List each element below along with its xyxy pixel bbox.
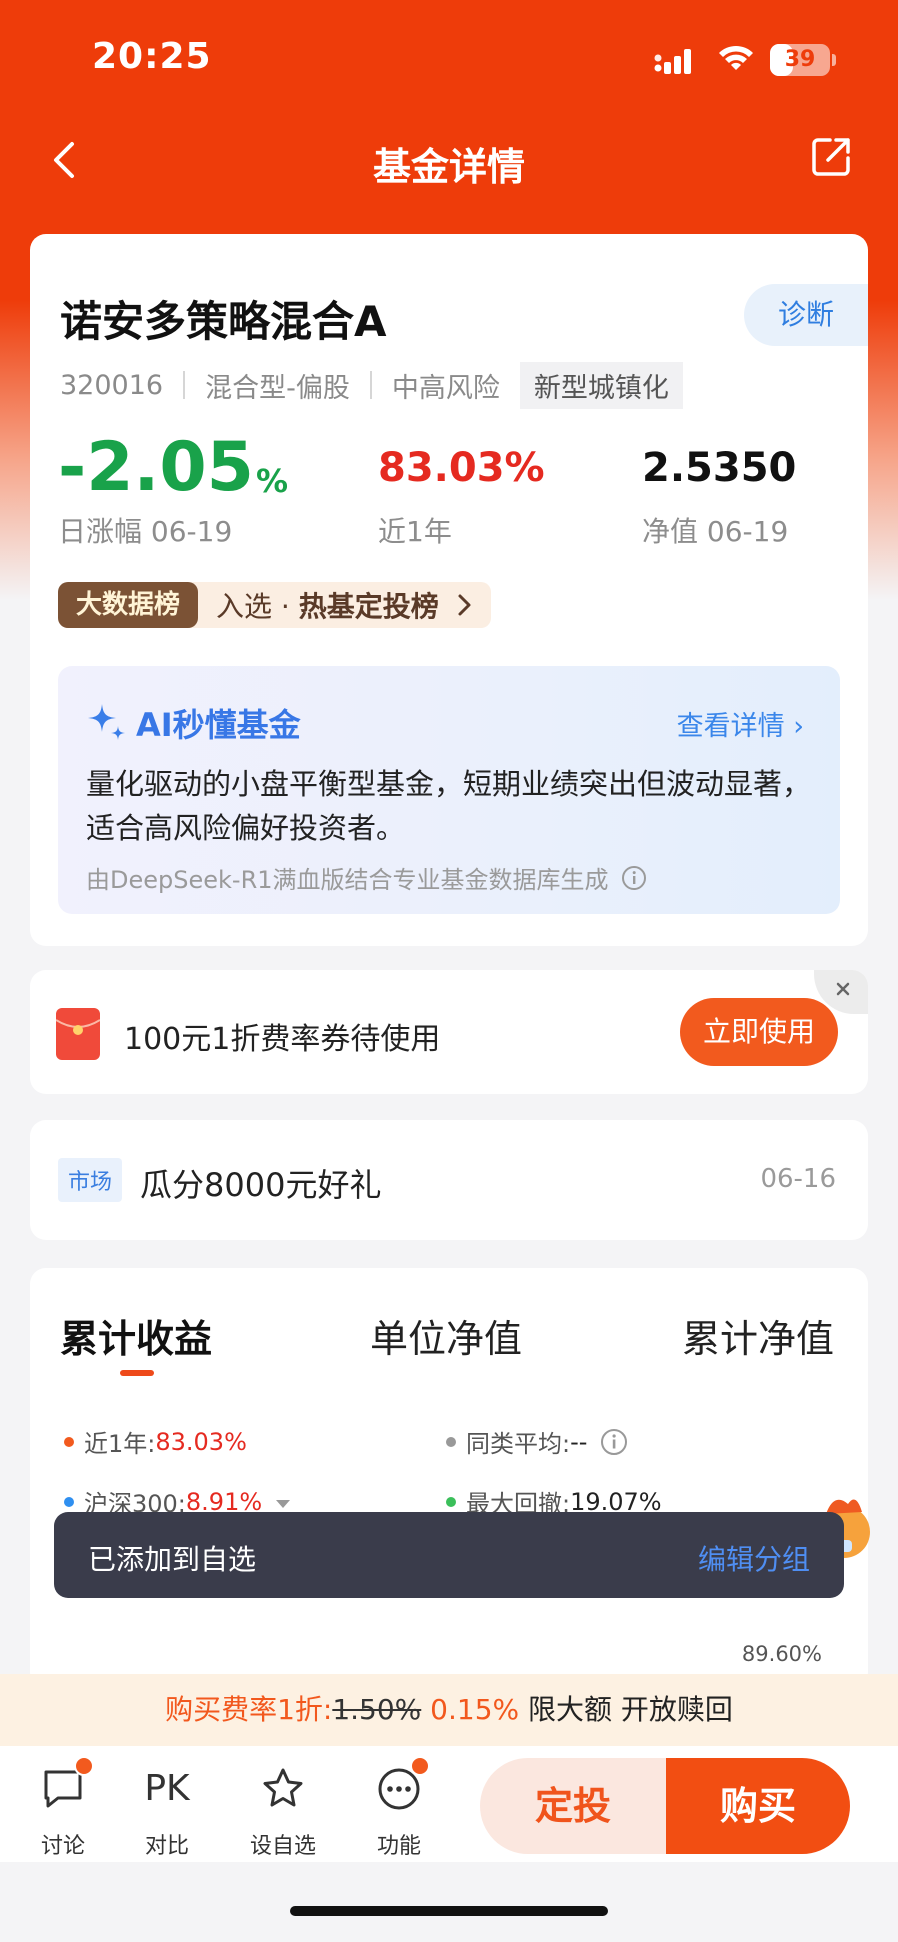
daily-change-value: -2.05	[58, 428, 254, 507]
close-icon	[836, 982, 850, 996]
rank-prefix: 入选 ·	[216, 590, 299, 623]
red-envelope-icon	[56, 1008, 100, 1060]
page-title: 基金详情	[372, 145, 525, 189]
sparkle-icon	[88, 704, 125, 740]
legend-value: 83.03%	[155, 1427, 247, 1456]
ai-source-text: 由DeepSeek-R1满血版结合专业基金数据库生成	[86, 866, 609, 894]
market-headline: 瓜分8000元好礼	[140, 1166, 382, 1204]
fund-name: 诺安多策略混合A	[60, 297, 387, 346]
battery-percent: 39	[784, 47, 816, 72]
info-icon[interactable]	[621, 865, 647, 891]
ai-view-details-link[interactable]: 查看详情 ›	[677, 704, 804, 743]
daily-change-unit: %	[256, 462, 289, 500]
wifi-icon	[719, 45, 753, 70]
daily-change-stat: -2.05% 日涨幅 06-19	[58, 432, 288, 550]
chart-max-value-label: 89.60%	[741, 1642, 822, 1666]
market-tag: 市场	[58, 1158, 123, 1202]
nav-label: 净值 06-19	[642, 515, 789, 548]
ai-summary-box: AI秒懂基金 查看详情 › 量化驱动的小盘平衡型基金，短期业绩突出但波动显著，适…	[58, 666, 840, 914]
edit-group-link[interactable]: 编辑分组	[698, 1538, 810, 1578]
fee-new-rate: 0.15%	[430, 1693, 520, 1726]
legend-one-year: 近1年: 83.03%	[64, 1424, 247, 1459]
legend-dot	[446, 1496, 456, 1507]
compare-button[interactable]: PK 对比	[132, 1766, 202, 1860]
active-tab-indicator	[120, 1370, 154, 1376]
nav-stat: 2.5350 净值 06-19	[642, 432, 796, 550]
theme-tag[interactable]: 新型城镇化	[519, 361, 683, 409]
close-coupon-button[interactable]	[814, 970, 868, 1014]
ai-summary-text: 量化驱动的小盘平衡型基金，短期业绩突出但波动显著，适合高风险偏好投资者。	[86, 767, 812, 845]
dropdown-arrow-icon	[276, 1499, 291, 1508]
star-icon	[263, 1768, 303, 1807]
more-functions-button[interactable]: 功能	[364, 1756, 434, 1860]
one-year-value: 83.03%	[378, 445, 545, 491]
legend-dot	[64, 1436, 74, 1447]
chevron-right-icon: ›	[793, 711, 804, 742]
rank-banner[interactable]: 大数据榜 入选 · 热基定投榜	[58, 582, 491, 628]
legend-dot	[446, 1436, 456, 1447]
diagnose-button[interactable]: 诊断	[744, 284, 868, 346]
rank-text: 入选 · 热基定投榜	[216, 585, 439, 625]
coupon-card: 100元1折费率券待使用 立即使用	[30, 970, 868, 1094]
chevron-right-icon	[458, 594, 471, 616]
chart-tabs: 累计收益 单位净值 累计净值	[30, 1308, 868, 1388]
add-watchlist-button[interactable]: 设自选	[248, 1766, 318, 1860]
watch-label: 设自选	[249, 1834, 316, 1859]
fee-suffix: 限大额 开放赎回	[528, 1693, 733, 1726]
status-time: 20:25	[92, 36, 212, 77]
coupon-text: 100元1折费率券待使用	[124, 1022, 441, 1057]
big-data-rank-badge: 大数据榜	[58, 582, 199, 628]
tab-unit-nav[interactable]: 单位净值	[370, 1308, 522, 1363]
one-year-label: 近1年	[378, 515, 452, 548]
fund-summary-card: 诺安多策略混合A 诊断 320016 混合型-偏股 中高风险 新型城镇化 -2.…	[30, 234, 868, 946]
fund-risk: 中高风险	[391, 372, 500, 404]
battery-icon: 39	[770, 44, 830, 76]
discuss-button[interactable]: 讨论	[28, 1756, 98, 1860]
fee-prefix: 购买费率1折:	[165, 1693, 333, 1726]
discuss-label: 讨论	[40, 1834, 85, 1859]
ai-view-details-label: 查看详情	[676, 711, 785, 742]
fund-meta: 320016 混合型-偏股 中高风险 新型城镇化	[60, 361, 683, 409]
divider	[183, 371, 186, 399]
pk-icon: PK	[144, 1768, 190, 1809]
battery-tip	[832, 54, 836, 66]
legend-label: 同类平均:	[466, 1430, 571, 1458]
bottom-action-bar: 讨论 PK 对比 设自选 功能 定投 购买	[0, 1746, 898, 1862]
nav-bar: 基金详情	[0, 120, 898, 200]
tab-cumulative-nav[interactable]: 累计净值	[682, 1308, 834, 1363]
toast-message: 已添加到自选	[88, 1543, 257, 1576]
fee-banner: 购买费率1折:1.50% 0.15% 限大额 开放赎回	[0, 1674, 898, 1746]
performance-chart-card: 累计收益 单位净值 累计净值 近1年: 83.03% 同类平均: -- 沪深30…	[30, 1268, 868, 1688]
home-indicator	[290, 1906, 608, 1916]
cellular-signal-icon	[654, 49, 691, 74]
fund-type: 混合型-偏股	[205, 372, 350, 404]
status-bar: 20:25 39	[0, 0, 898, 110]
market-news-card[interactable]: 市场 瓜分8000元好礼 06-16	[30, 1120, 868, 1240]
tab-cumulative-return[interactable]: 累计收益	[60, 1308, 212, 1363]
rank-name: 热基定投榜	[298, 590, 439, 623]
auto-invest-button[interactable]: 定投	[480, 1758, 666, 1854]
legend-label: 近1年:	[84, 1430, 156, 1458]
compare-label: 对比	[144, 1834, 189, 1859]
ai-source: 由DeepSeek-R1满血版结合专业基金数据库生成	[86, 860, 647, 895]
info-icon[interactable]	[599, 1427, 629, 1457]
more-label: 功能	[376, 1834, 421, 1859]
fee-old-rate: 1.50%	[332, 1693, 422, 1726]
legend-dot	[64, 1496, 74, 1507]
buy-button[interactable]: 购买	[666, 1758, 850, 1854]
legend-peer-average: 同类平均: --	[446, 1424, 629, 1459]
market-date: 06-16	[760, 1164, 836, 1194]
nav-value: 2.5350	[642, 445, 797, 491]
notification-dot	[410, 1756, 430, 1776]
daily-change-label: 日涨幅 06-19	[58, 515, 233, 548]
toast-notification: 已添加到自选 编辑分组	[54, 1512, 844, 1598]
divider	[369, 371, 372, 399]
legend-value: --	[570, 1427, 588, 1456]
share-icon[interactable]	[810, 134, 854, 178]
ai-title: AI秒懂基金	[136, 706, 301, 744]
notification-dot	[74, 1756, 94, 1776]
fund-code: 320016	[60, 369, 164, 401]
one-year-stat: 83.03% 近1年	[378, 432, 545, 550]
